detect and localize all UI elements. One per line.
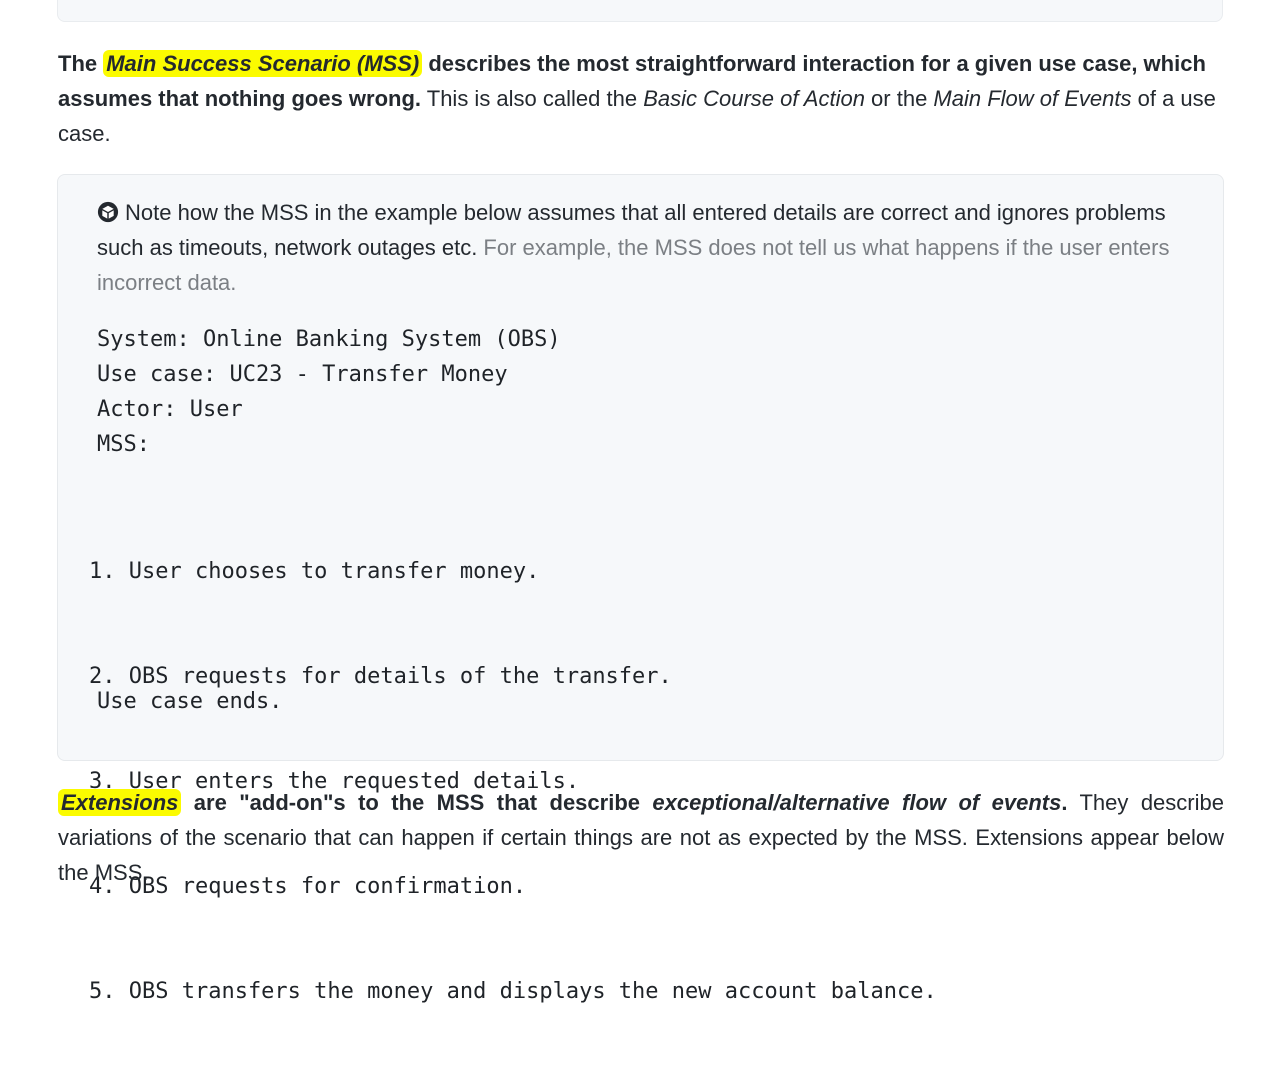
use-case-line: Use case: UC23 - Transfer Money bbox=[97, 362, 508, 387]
extensions-definition-emphasis: exceptional/alternative flow of events bbox=[652, 790, 1062, 815]
extensions-definition-1: are "add-on"s to the MSS that describe bbox=[181, 790, 653, 815]
mss-step-list: 1. User chooses to transfer money. 2. OB… bbox=[89, 484, 937, 1079]
mss-term-highlight: Main Success Scenario (MSS) bbox=[103, 50, 423, 77]
mss-text-2: or the bbox=[864, 86, 934, 111]
mss-alt-name-2: Main Flow of Events bbox=[933, 86, 1132, 111]
cube-icon bbox=[97, 201, 119, 223]
actor-line: Actor: User bbox=[97, 397, 243, 422]
mss-paragraph: The Main Success Scenario (MSS) describe… bbox=[58, 46, 1224, 151]
mss-label: MSS: bbox=[97, 432, 150, 457]
example-note: Note how the MSS in the example below as… bbox=[97, 195, 1187, 300]
mss-alt-name-1: Basic Course of Action bbox=[643, 86, 865, 111]
extensions-term-highlight: Extensions bbox=[58, 789, 182, 816]
mss-lead: The bbox=[58, 51, 104, 76]
mss-text-1: This is also called the bbox=[421, 86, 644, 111]
system-line: System: Online Banking System (OBS) bbox=[97, 327, 561, 352]
extensions-paragraph: Extensions are "add-on"s to the MSS that… bbox=[58, 785, 1224, 890]
list-item: 5. OBS transfers the money and displays … bbox=[89, 979, 937, 1004]
use-case-header: System: Online Banking System (OBS) Use c… bbox=[97, 322, 561, 462]
use-case-ending: Use case ends. bbox=[97, 689, 283, 714]
previous-example-box bbox=[57, 0, 1223, 22]
example-box: Note how the MSS in the example below as… bbox=[57, 174, 1224, 1004]
list-item: 1. User chooses to transfer money. bbox=[89, 559, 540, 584]
